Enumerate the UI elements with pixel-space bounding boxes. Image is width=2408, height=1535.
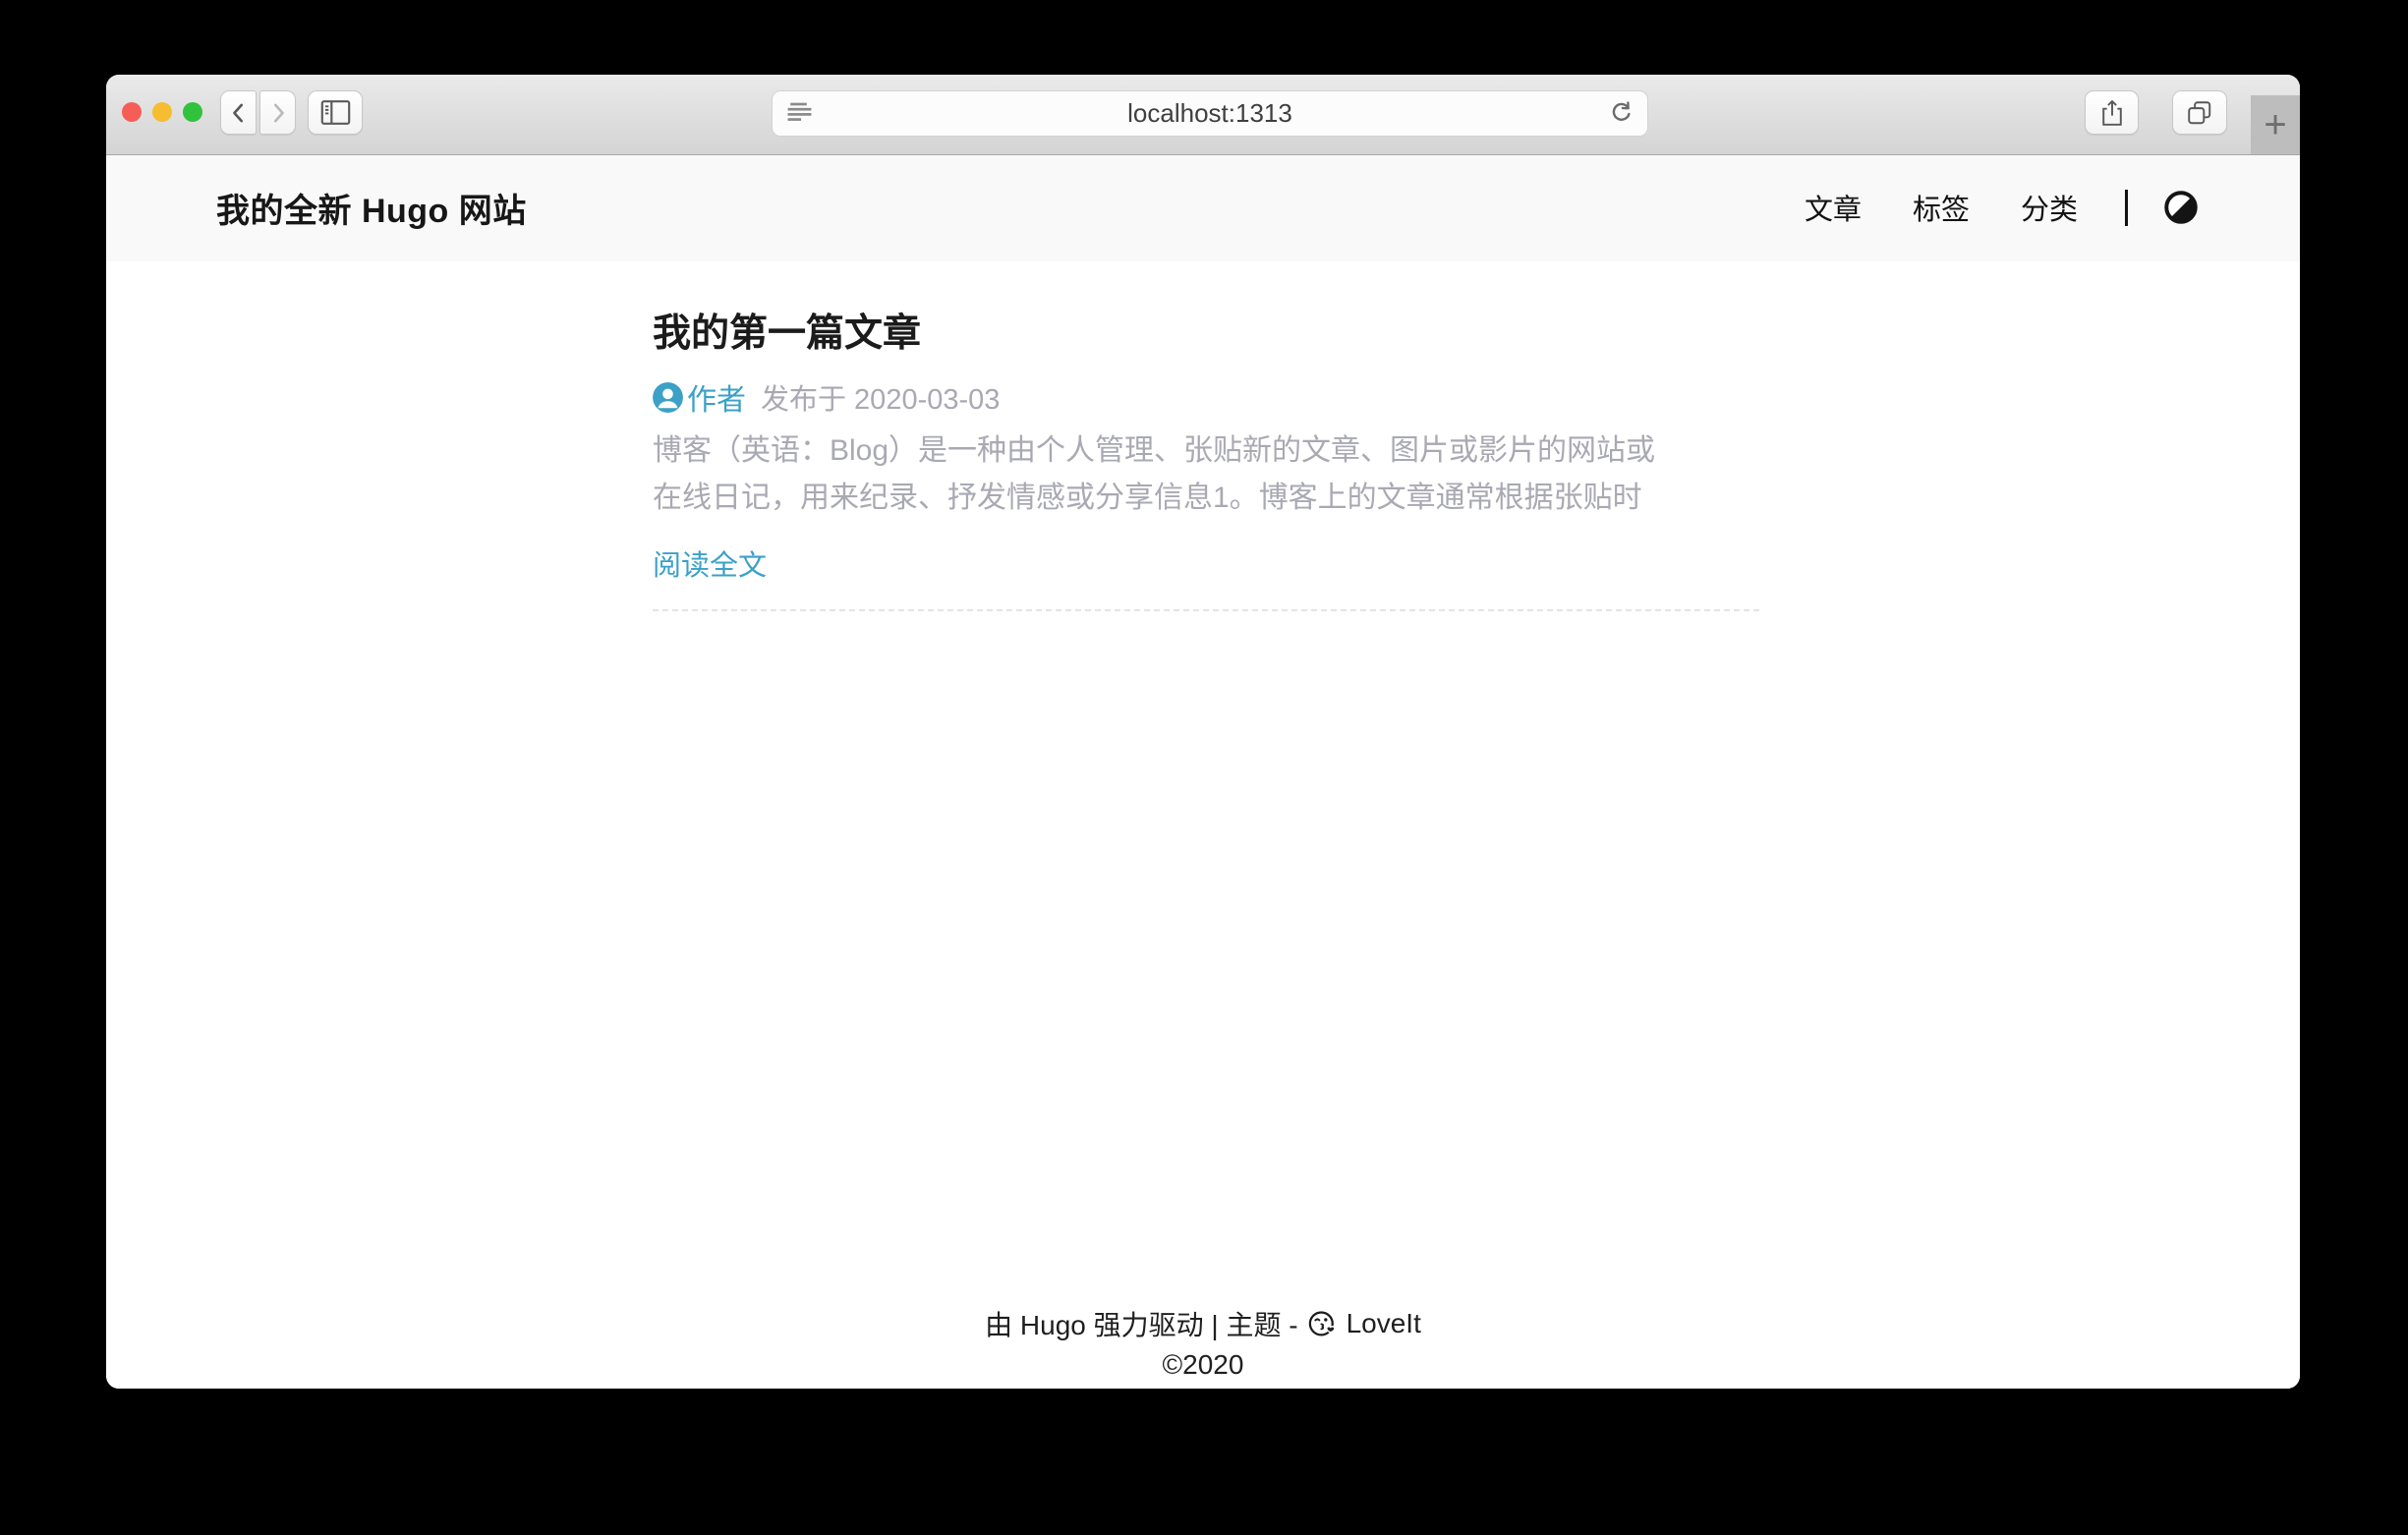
nav-item-tags[interactable]: 标签 <box>1913 187 1970 228</box>
url-text: localhost:1313 <box>773 91 1647 136</box>
traffic-lights <box>122 102 202 122</box>
publish-date: 发布于 2020-03-03 <box>761 376 1000 418</box>
site-footer: 由 Hugo 强力驱动 | 主题 - LoveIt ©2020 <box>106 1302 2300 1389</box>
theme-toggle-icon[interactable] <box>2164 191 2198 224</box>
zoom-window-button[interactable] <box>183 102 202 122</box>
post-summary-text: 博客（英语：Blog）是一种由个人管理、张贴新的文章、图片或影片的网站或在线日记… <box>653 427 1773 522</box>
theme-name-link[interactable]: LoveIt <box>1347 1308 1421 1339</box>
reload-icon[interactable] <box>1606 98 1635 128</box>
author-avatar-icon <box>653 382 683 413</box>
tab-overview-button[interactable] <box>2172 90 2227 135</box>
tabs-icon <box>2186 99 2213 127</box>
sidebar-toggle-button[interactable] <box>308 90 363 135</box>
address-bar[interactable]: localhost:1313 <box>772 90 1648 137</box>
read-more-link[interactable]: 阅读全文 <box>653 542 767 584</box>
site-header: 我的全新 Hugo 网站 文章 标签 分类 <box>106 155 2300 259</box>
nav-item-categories[interactable]: 分类 <box>2021 187 2078 228</box>
sidebar-icon <box>320 99 351 126</box>
post-meta: 作者 发布于 2020-03-03 <box>653 379 1000 415</box>
footer-powered-line: 由 Hugo 强力驱动 | 主题 - LoveIt <box>106 1302 2300 1345</box>
post-divider <box>653 609 1759 611</box>
back-chevron-icon <box>226 100 252 126</box>
nav-divider <box>2125 190 2128 226</box>
page-content: 我的全新 Hugo 网站 文章 标签 分类 我的第一篇文章 <box>106 155 2300 1389</box>
copyright-text: ©2020 <box>106 1345 2300 1389</box>
forward-chevron-icon <box>265 100 291 126</box>
site-title[interactable]: 我的全新 Hugo 网站 <box>216 184 527 232</box>
share-button[interactable] <box>2085 90 2139 135</box>
author-link[interactable]: 作者 <box>687 375 746 419</box>
kiss-wink-heart-icon <box>1307 1309 1338 1339</box>
share-icon <box>2099 98 2125 128</box>
nav-item-posts[interactable]: 文章 <box>1805 187 1862 228</box>
close-window-button[interactable] <box>122 102 142 122</box>
post-title[interactable]: 我的第一篇文章 <box>653 303 921 358</box>
plus-icon: + <box>2264 103 2286 147</box>
minimize-window-button[interactable] <box>152 102 172 122</box>
browser-window: localhost:1313 <box>106 75 2300 1389</box>
site-nav: 文章 标签 分类 <box>1753 187 2198 228</box>
browser-toolbar: localhost:1313 <box>106 75 2300 155</box>
back-button[interactable] <box>220 90 257 135</box>
summary-line-1: 博客（英语：Blog）是一种由个人管理、张贴新的文章、图片或影片的网站或 <box>653 434 1655 467</box>
powered-by-text: 由 Hugo 强力驱动 | 主题 - <box>985 1304 1297 1343</box>
forward-button[interactable] <box>259 90 296 135</box>
summary-line-2: 在线日记，用来纪录、抒发情感或分享信息1。博客上的文章通常根据张贴时 <box>653 482 1642 514</box>
new-tab-button[interactable]: + <box>2251 95 2300 154</box>
